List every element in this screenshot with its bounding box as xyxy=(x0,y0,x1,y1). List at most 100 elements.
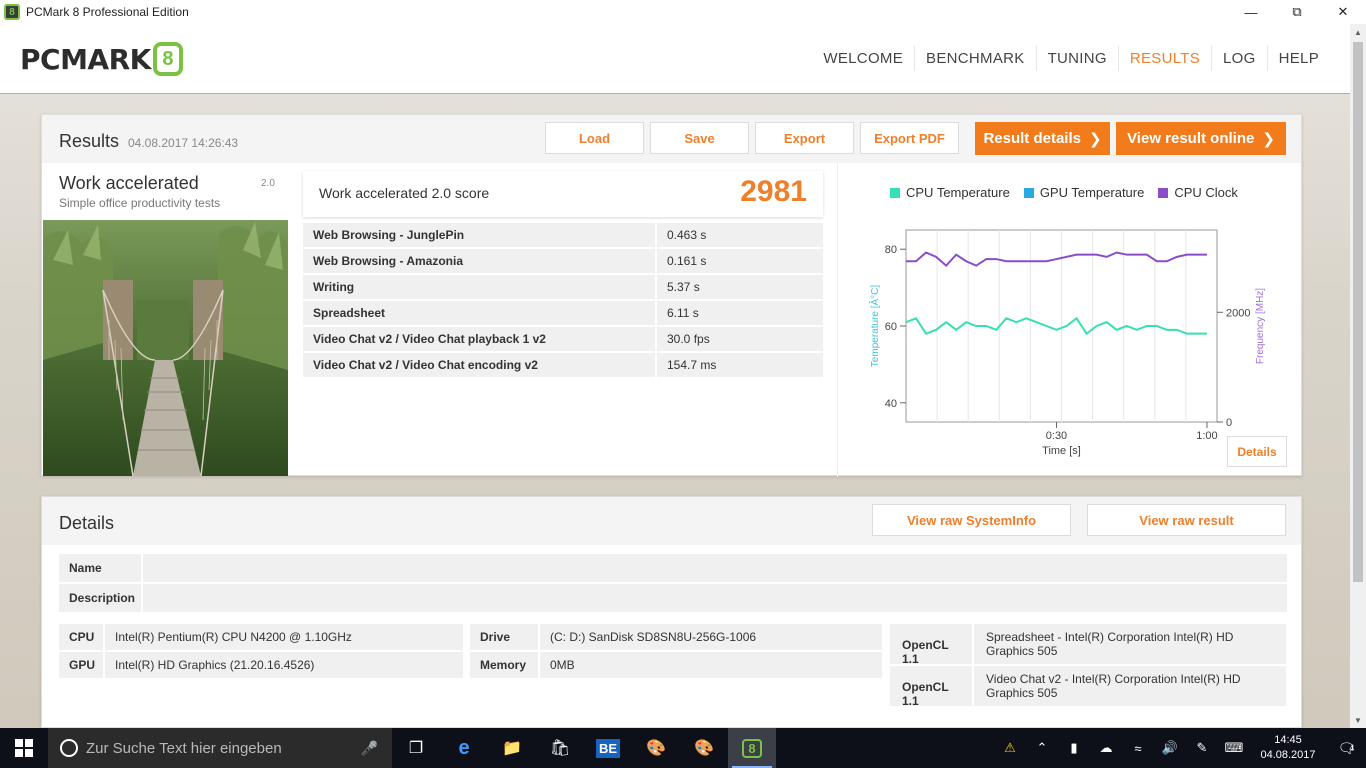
start-button[interactable] xyxy=(0,728,48,768)
subscore-value: 154.7 ms xyxy=(657,353,823,377)
score-label: Work accelerated 2.0 score xyxy=(319,185,490,201)
x-axis-label: Time [s] xyxy=(1042,445,1081,457)
export-pdf-button[interactable]: Export PDF xyxy=(860,122,959,154)
nav-benchmark[interactable]: BENCHMARK xyxy=(914,46,1036,71)
search-placeholder: Zur Suche Text hier eingeben xyxy=(86,739,282,757)
opencl-label: OpenCL 1.1 xyxy=(890,666,972,708)
results-panel: Results 04.08.2017 14:26:43 Load Save Ex… xyxy=(41,114,1303,477)
cpu-label: CPU xyxy=(59,624,103,650)
test-name: Work accelerated xyxy=(59,173,199,193)
y-right-tick-label: 0 xyxy=(1226,417,1232,429)
notification-count: 4 xyxy=(1349,743,1355,753)
logo-eight-badge: 8 xyxy=(152,42,183,76)
paint-palette-icon[interactable]: 🎨 xyxy=(680,728,728,768)
opencl-label: OpenCL 1.1 xyxy=(890,624,972,666)
chevron-right-icon: ❯ xyxy=(1262,130,1275,148)
gpu-label: GPU xyxy=(59,652,103,678)
title-bar: 8 PCMark 8 Professional Edition — ⧉ ✕ xyxy=(0,0,1366,24)
be-app-icon[interactable]: BE xyxy=(584,728,632,768)
subscore-value: 30.0 fps xyxy=(657,327,823,351)
details-title: Details xyxy=(59,513,115,533)
chevron-right-icon: ❯ xyxy=(1088,130,1102,148)
close-button[interactable]: ✕ xyxy=(1320,0,1366,24)
chevron-up-icon[interactable]: ⌃ xyxy=(1026,740,1058,756)
details-panel: Details View raw SystemInfo View raw res… xyxy=(41,496,1302,728)
subscore-value: 0.463 s xyxy=(657,223,823,247)
scroll-up-arrow-icon[interactable]: ▲ xyxy=(1350,24,1366,40)
name-row: Name xyxy=(59,554,1287,582)
nav-results[interactable]: RESULTS xyxy=(1117,46,1211,71)
memory-label: Memory xyxy=(470,652,538,678)
action-center-icon[interactable]: 🗨 4 xyxy=(1326,740,1366,757)
view-raw-sysinfo-button[interactable]: View raw SystemInfo xyxy=(872,504,1071,536)
pcmark-eight-mark: 8 xyxy=(742,738,762,758)
pcmark-taskbar-icon[interactable]: 8 xyxy=(728,728,776,768)
name-label: Name xyxy=(59,554,141,582)
opencl-device: Video Chat v2 - Intel(R) Corporation Int… xyxy=(974,666,1286,706)
opencl-device-line: Spreadsheet - Intel(R) Corporation Intel… xyxy=(986,630,1234,644)
subscore-value: 0.161 s xyxy=(657,249,823,273)
update-warning-icon[interactable]: ⚠ xyxy=(994,740,1026,756)
y-axis-left-label: Temperature [Â°C] xyxy=(868,285,881,368)
save-button[interactable]: Save xyxy=(650,122,749,154)
app-header: PCMARK 8 WELCOME BENCHMARK TUNING RESULT… xyxy=(0,24,1350,94)
drive-label: Drive xyxy=(470,624,538,650)
opencl-device: Spreadsheet - Intel(R) Corporation Intel… xyxy=(974,624,1286,664)
monitoring-chart: 40 60 80 0 2000 0:30 1:00 Temperature [Â°C] Fr… xyxy=(868,229,1266,457)
cortana-icon xyxy=(60,739,78,757)
y-axis-right-label: Frequency [MHz] xyxy=(1255,288,1266,364)
edge-browser-icon[interactable]: e xyxy=(440,728,488,768)
file-explorer-icon[interactable]: 📁 xyxy=(488,728,536,768)
x-tick-label: 0:30 xyxy=(1046,430,1067,442)
result-details-button[interactable]: Result details ❯ xyxy=(975,122,1110,155)
store-icon[interactable]: 🛍 xyxy=(536,728,584,768)
scrollbar-thumb[interactable] xyxy=(1353,42,1363,582)
restore-button[interactable]: ⧉ xyxy=(1274,0,1320,24)
view-raw-result-button[interactable]: View raw result xyxy=(1087,504,1286,536)
monitoring-chart-area: CPU Temperature GPU Temperature CPU Cloc… xyxy=(837,163,1303,477)
nav-log[interactable]: LOG xyxy=(1211,46,1267,71)
pen-icon[interactable]: ✎ xyxy=(1186,740,1218,756)
pcmark-app-icon: 8 xyxy=(4,4,20,20)
name-value xyxy=(143,554,1287,582)
y-right-tick-label: 2000 xyxy=(1226,307,1250,319)
keyboard-icon[interactable]: ⌨ xyxy=(1218,740,1250,756)
scroll-down-arrow-icon[interactable]: ▼ xyxy=(1350,712,1366,728)
nav-welcome[interactable]: WELCOME xyxy=(812,46,914,71)
y-left-tick-label: 60 xyxy=(885,321,897,333)
subscore-name: Web Browsing - Amazonia xyxy=(303,249,655,273)
volume-icon[interactable]: 🔊 xyxy=(1154,740,1186,756)
subscore-table: Web Browsing - JunglePin 0.463 s Web Brow… xyxy=(303,223,823,379)
results-date: 04.08.2017 14:26:43 xyxy=(128,136,239,150)
load-button[interactable]: Load xyxy=(545,122,644,154)
task-view-icon[interactable]: ❐ xyxy=(392,728,440,768)
chart-details-button[interactable]: Details xyxy=(1227,436,1287,467)
nav-tuning[interactable]: TUNING xyxy=(1035,46,1118,71)
clock-date: 04.08.2017 xyxy=(1260,749,1316,761)
nav-help[interactable]: HELP xyxy=(1266,46,1330,71)
view-result-online-button[interactable]: View result online ❯ xyxy=(1116,122,1286,155)
opencl-device-line: Graphics 505 xyxy=(986,644,1058,658)
vertical-scrollbar[interactable]: ▲ ▼ xyxy=(1350,24,1366,728)
view-online-label: View result online xyxy=(1127,130,1255,147)
subscore-name: Web Browsing - JunglePin xyxy=(303,223,655,247)
subscore-value: 5.37 s xyxy=(657,275,823,299)
results-title: Results xyxy=(59,131,120,151)
battery-icon[interactable]: ▮ xyxy=(1058,740,1090,756)
y-left-tick-label: 40 xyxy=(885,398,897,410)
microphone-icon[interactable]: 🎤 xyxy=(361,740,378,757)
export-button[interactable]: Export xyxy=(755,122,854,154)
paint-tool-icon[interactable]: 🎨 xyxy=(632,728,680,768)
results-header: Results 04.08.2017 14:26:43 Load Save Ex… xyxy=(42,115,1301,163)
table-row: Web Browsing - Amazonia 0.161 s xyxy=(303,249,823,273)
opencl-device-line: Video Chat v2 - Intel(R) Corporation Int… xyxy=(986,672,1241,686)
subscore-name: Writing xyxy=(303,275,655,299)
onedrive-cloud-icon[interactable]: ☁ xyxy=(1090,740,1122,756)
logo-wordmark: PCMARK xyxy=(20,42,151,76)
minimize-button[interactable]: — xyxy=(1228,0,1274,24)
taskbar-search-box[interactable]: Zur Suche Text hier eingeben 🎤 xyxy=(48,728,392,768)
wifi-icon[interactable]: ≈ xyxy=(1122,741,1154,756)
taskbar-clock[interactable]: 14:45 04.08.2017 xyxy=(1250,733,1326,763)
gpu-value: Intel(R) HD Graphics (21.20.16.4526) xyxy=(105,652,463,678)
subscore-name: Spreadsheet xyxy=(303,301,655,325)
